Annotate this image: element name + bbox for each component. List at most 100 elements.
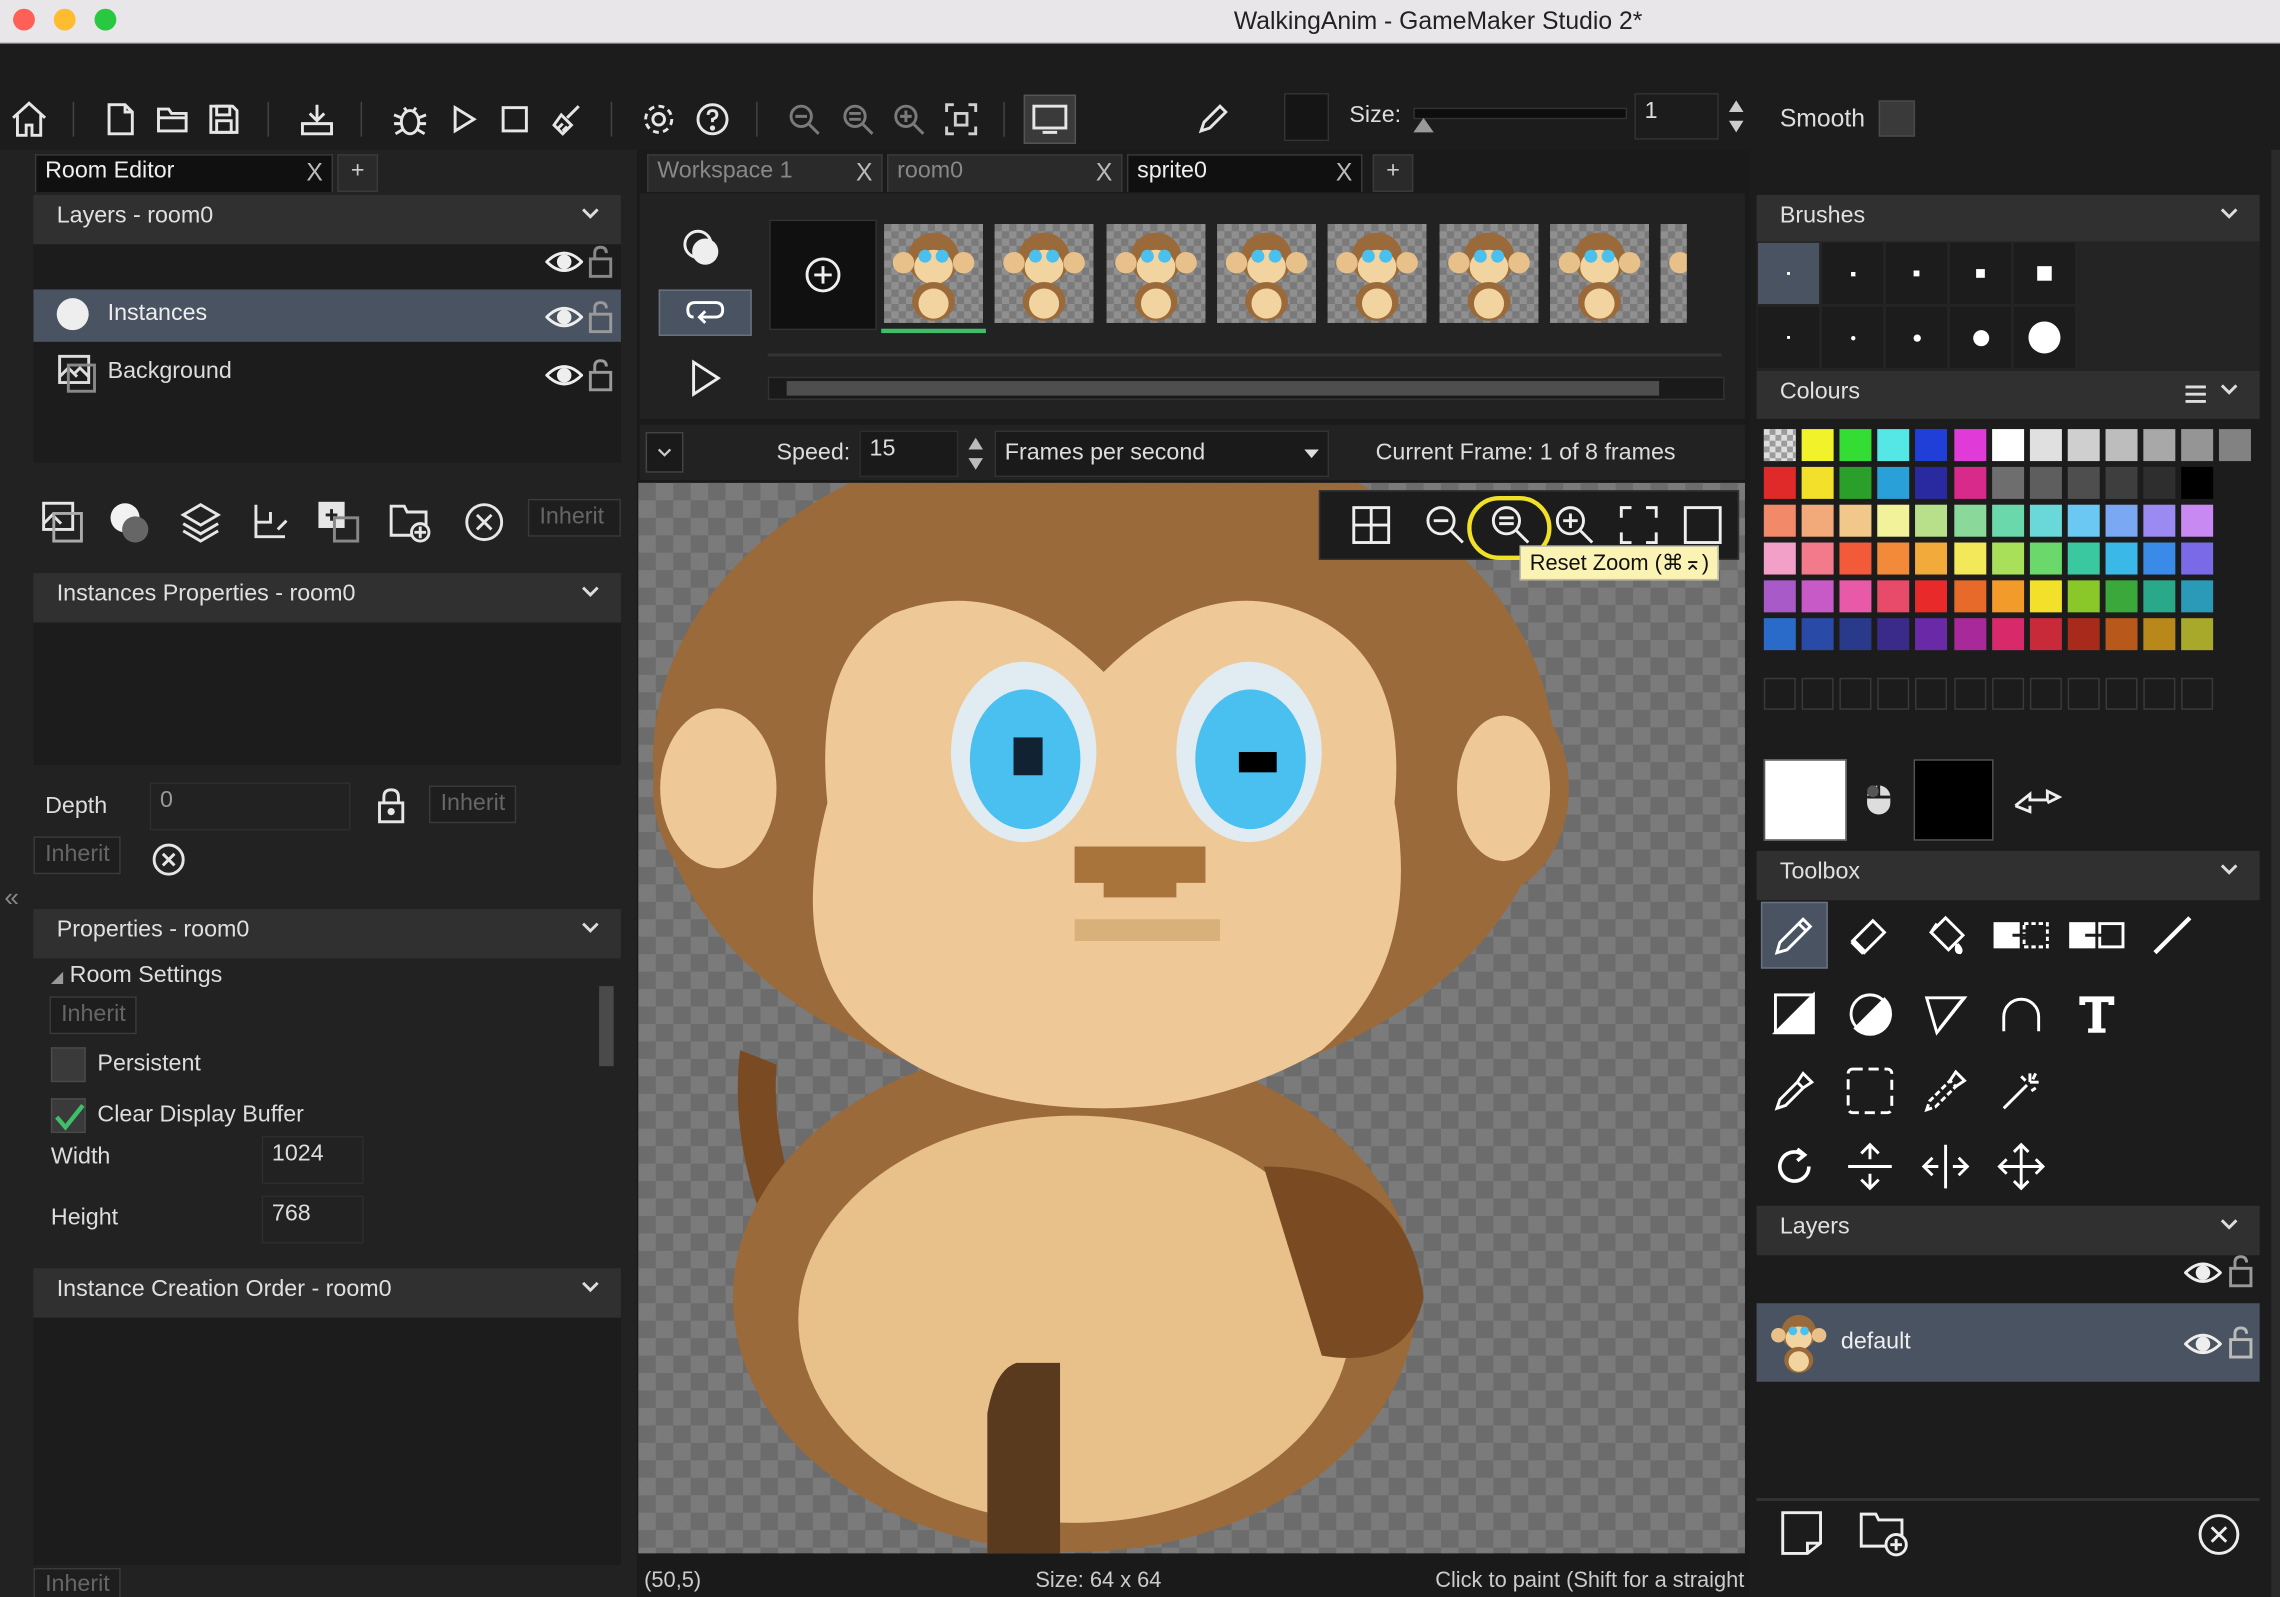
height-input[interactable]: 768 xyxy=(261,1195,364,1244)
colour-swatch[interactable] xyxy=(1915,580,1948,613)
rotate-tool-icon[interactable] xyxy=(1761,1133,1828,1200)
colour-swatch[interactable] xyxy=(2029,618,2062,651)
brush-2-square[interactable] xyxy=(1821,242,1884,304)
grid-icon[interactable] xyxy=(1349,503,1393,547)
colour-swatch[interactable] xyxy=(1915,466,1948,499)
brush-5-square[interactable] xyxy=(1949,242,2012,304)
brush-8-square[interactable] xyxy=(2013,242,2076,304)
zoom-in-icon[interactable] xyxy=(887,95,931,144)
colour-swatch[interactable] xyxy=(2105,429,2138,462)
layer-row-instances[interactable]: Instances xyxy=(33,289,621,342)
tab-room0[interactable]: room0 X xyxy=(887,154,1123,192)
colour-swatch[interactable] xyxy=(1953,618,1986,651)
colour-swatch[interactable] xyxy=(1839,504,1872,537)
close-tab-icon[interactable]: X xyxy=(1336,159,1352,188)
empty-colour-swatch[interactable] xyxy=(1991,677,2024,710)
speed-input[interactable]: 15 xyxy=(859,430,959,478)
eraser-tool-icon[interactable] xyxy=(1837,902,1904,969)
run-icon[interactable] xyxy=(442,95,486,144)
colour-swatch[interactable] xyxy=(2105,580,2138,613)
layer-row-background[interactable]: Background xyxy=(33,348,620,400)
new-file-icon[interactable] xyxy=(99,95,143,144)
clear-inherit-icon[interactable] xyxy=(151,842,186,877)
colour-swatch[interactable] xyxy=(1877,504,1910,537)
empty-colour-swatch[interactable] xyxy=(2181,677,2214,710)
colour-swatch[interactable] xyxy=(2181,466,2214,499)
collapse-left-dock-icon[interactable]: « xyxy=(4,883,19,914)
colour-swatch[interactable] xyxy=(2067,542,2100,575)
text-tool-icon[interactable] xyxy=(2063,980,2130,1047)
colour-swatch[interactable] xyxy=(1991,429,2024,462)
brush-2-circle[interactable] xyxy=(1821,306,1884,368)
select-copy-tool-icon[interactable] xyxy=(1988,902,2055,969)
empty-colour-swatch[interactable] xyxy=(1915,677,1948,710)
creation-order-header[interactable]: Instance Creation Order - room0 xyxy=(33,1268,621,1318)
ellipse-tool-icon[interactable] xyxy=(1837,980,1904,1047)
colour-swatch[interactable] xyxy=(2143,466,2176,499)
pencil-tool-icon[interactable] xyxy=(1760,901,1828,969)
frame-thumbnail[interactable] xyxy=(884,223,983,323)
primary-colour[interactable] xyxy=(1763,759,1847,841)
menu-icon[interactable] xyxy=(2184,384,2207,404)
sprite-canvas[interactable] xyxy=(638,482,1745,1554)
clean-icon[interactable] xyxy=(545,95,589,144)
colour-swatch[interactable] xyxy=(1801,580,1834,613)
add-editor-tab-button[interactable]: + xyxy=(1372,154,1414,192)
colour-swatch[interactable] xyxy=(1915,618,1948,651)
speed-unit-select[interactable]: Frames per second xyxy=(994,430,1330,478)
brush-1-square[interactable] xyxy=(1758,242,1820,304)
colour-swatch[interactable] xyxy=(2105,618,2138,651)
lock-icon[interactable] xyxy=(587,244,613,279)
chevron-down-icon[interactable] xyxy=(580,582,600,602)
colour-swatch[interactable] xyxy=(1801,429,1834,462)
empty-colour-swatch[interactable] xyxy=(1839,677,1872,710)
flip-vertical-tool-icon[interactable] xyxy=(1837,1133,1904,1200)
colour-swatch[interactable] xyxy=(1763,618,1796,651)
arc-tool-icon[interactable] xyxy=(1988,980,2055,1047)
colour-swatch[interactable] xyxy=(2181,504,2214,537)
colour-swatch[interactable] xyxy=(2105,466,2138,499)
width-input[interactable]: 1024 xyxy=(261,1135,364,1184)
colour-swatch[interactable] xyxy=(1991,542,2024,575)
brush-3-square[interactable] xyxy=(1885,242,1948,304)
speed-options-icon[interactable] xyxy=(645,431,684,473)
frame-thumbnail[interactable] xyxy=(1438,223,1538,323)
colour-swatch[interactable] xyxy=(1953,504,1986,537)
eye-icon[interactable] xyxy=(2184,1329,2222,1358)
frame-thumbnail[interactable] xyxy=(1327,223,1427,323)
colour-swatch[interactable] xyxy=(1839,466,1872,499)
colour-swatch[interactable] xyxy=(1953,580,1986,613)
delete-layer-icon[interactable] xyxy=(455,493,513,551)
add-sprite-folder-icon[interactable] xyxy=(1858,1508,1910,1557)
dropdown-arrow-icon[interactable] xyxy=(1303,447,1320,462)
lock-icon[interactable] xyxy=(2228,1254,2254,1289)
colour-swatch[interactable] xyxy=(1877,542,1910,575)
colour-swatch[interactable] xyxy=(2105,542,2138,575)
colour-swatch[interactable] xyxy=(2029,429,2062,462)
eye-icon[interactable] xyxy=(545,361,584,390)
chevron-down-icon[interactable] xyxy=(2219,1215,2239,1235)
frame-thumbnail[interactable] xyxy=(1105,223,1205,323)
colour-swatch[interactable] xyxy=(1991,504,2024,537)
add-asset-layer-icon[interactable] xyxy=(310,493,368,551)
close-tab-icon[interactable]: X xyxy=(1096,159,1112,188)
right-edge-scrollbar[interactable] xyxy=(2271,149,2280,1597)
add-background-layer-icon[interactable] xyxy=(33,493,91,551)
colour-swatch[interactable] xyxy=(2067,580,2100,613)
colour-swatch[interactable] xyxy=(2029,466,2062,499)
add-sprite-layer-icon[interactable] xyxy=(1778,1508,1825,1557)
colour-swatch[interactable] xyxy=(2067,618,2100,651)
add-folder-icon[interactable] xyxy=(382,493,440,551)
canvas-border-icon[interactable] xyxy=(1681,503,1725,547)
instances-properties-header[interactable]: Instances Properties - room0 xyxy=(33,573,621,623)
empty-colour-swatch[interactable] xyxy=(2105,677,2138,710)
toolbox-header[interactable]: Toolbox xyxy=(1756,850,2260,901)
properties-scrollbar[interactable] xyxy=(596,959,617,1251)
depth-input[interactable]: 0 xyxy=(149,782,351,831)
tab-workspace[interactable]: Workspace 1 X xyxy=(647,154,883,192)
inherit-creation-order-button[interactable]: Inherit xyxy=(33,1567,122,1597)
colour-swatch[interactable] xyxy=(2219,429,2252,462)
eye-icon[interactable] xyxy=(545,303,584,332)
secondary-colour[interactable] xyxy=(1913,759,1994,841)
reset-zoom-icon[interactable] xyxy=(1489,503,1533,547)
